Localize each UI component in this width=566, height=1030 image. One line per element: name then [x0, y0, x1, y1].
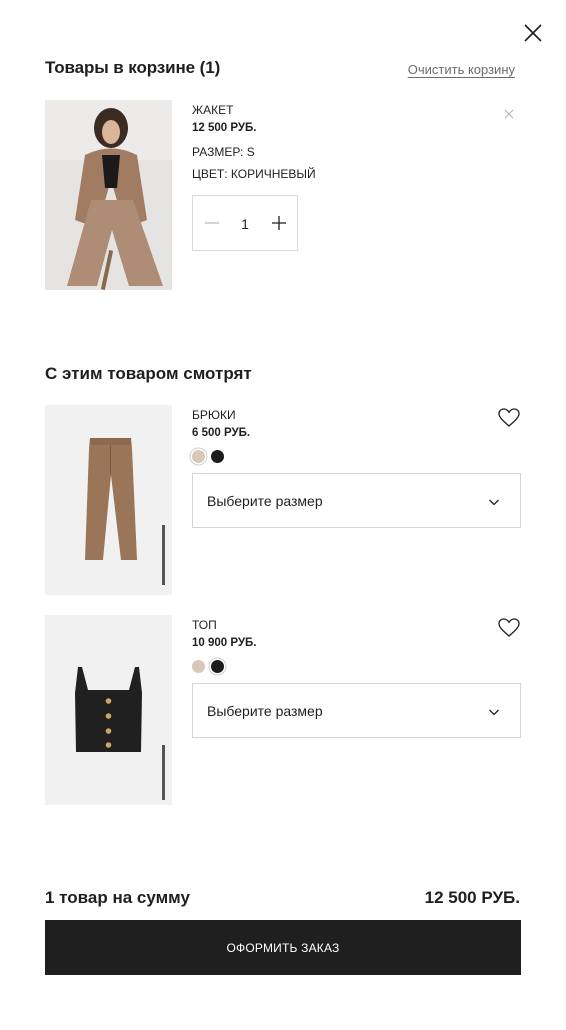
size-select-placeholder: Выберите размер: [207, 703, 323, 719]
cart-title: Товары в корзине (1): [45, 58, 221, 77]
heart-icon[interactable]: [498, 618, 520, 638]
color-swatches: [192, 450, 224, 463]
top-product-image[interactable]: [45, 615, 172, 805]
product-name[interactable]: ЖАКЕТ: [192, 103, 233, 117]
clear-cart-link[interactable]: Очистить корзину: [408, 62, 515, 77]
remove-item-icon[interactable]: [503, 107, 515, 119]
trousers-product-image[interactable]: [45, 405, 172, 595]
color-swatch-black[interactable]: [211, 450, 224, 463]
chevron-down-icon: [488, 705, 500, 717]
cart-header: Товары в корзине (1) Очистить корзину: [45, 58, 515, 80]
summary-label: 1 товар на сумму: [45, 888, 190, 907]
product-price: 12 500 РУБ.: [192, 122, 257, 134]
color-swatch-beige[interactable]: [192, 660, 205, 673]
chevron-down-icon: [488, 495, 500, 507]
jacket-product-image[interactable]: [45, 100, 172, 290]
product-price: 10 900 РУБ.: [192, 637, 257, 649]
minus-icon[interactable]: [203, 214, 221, 232]
product-price: 6 500 РУБ.: [192, 427, 251, 439]
product-name[interactable]: БРЮКИ: [192, 408, 236, 422]
recommendation-card: БРЮКИ 6 500 РУБ. Выберите размер: [45, 405, 521, 595]
heart-icon[interactable]: [498, 408, 520, 428]
product-size: РАЗМЕР: S: [192, 145, 255, 159]
cart-item: ЖАКЕТ 12 500 РУБ. РАЗМЕР: S ЦВЕТ: КОРИЧН…: [45, 100, 520, 290]
summary-total: 12 500 РУБ.: [424, 888, 520, 907]
color-swatches: [192, 660, 224, 673]
product-color: ЦВЕТ: КОРИЧНЕВЫЙ: [192, 167, 316, 181]
color-swatch-black[interactable]: [211, 660, 224, 673]
size-select-placeholder: Выберите размер: [207, 493, 323, 509]
quantity-value: 1: [241, 216, 249, 232]
recommendation-card: ТОП 10 900 РУБ. Выберите размер: [45, 615, 521, 805]
color-swatch-beige[interactable]: [192, 450, 205, 463]
checkout-button[interactable]: ОФОРМИТЬ ЗАКАЗ: [45, 920, 521, 975]
product-name[interactable]: ТОП: [192, 618, 217, 632]
plus-icon[interactable]: [270, 214, 288, 232]
order-summary: 1 товар на сумму 12 500 РУБ.: [45, 888, 520, 910]
size-select[interactable]: Выберите размер: [192, 683, 521, 738]
quantity-stepper: 1: [192, 195, 298, 251]
close-icon[interactable]: [522, 22, 544, 44]
recommendations-title: С этим товаром смотрят: [45, 364, 252, 383]
size-select[interactable]: Выберите размер: [192, 473, 521, 528]
